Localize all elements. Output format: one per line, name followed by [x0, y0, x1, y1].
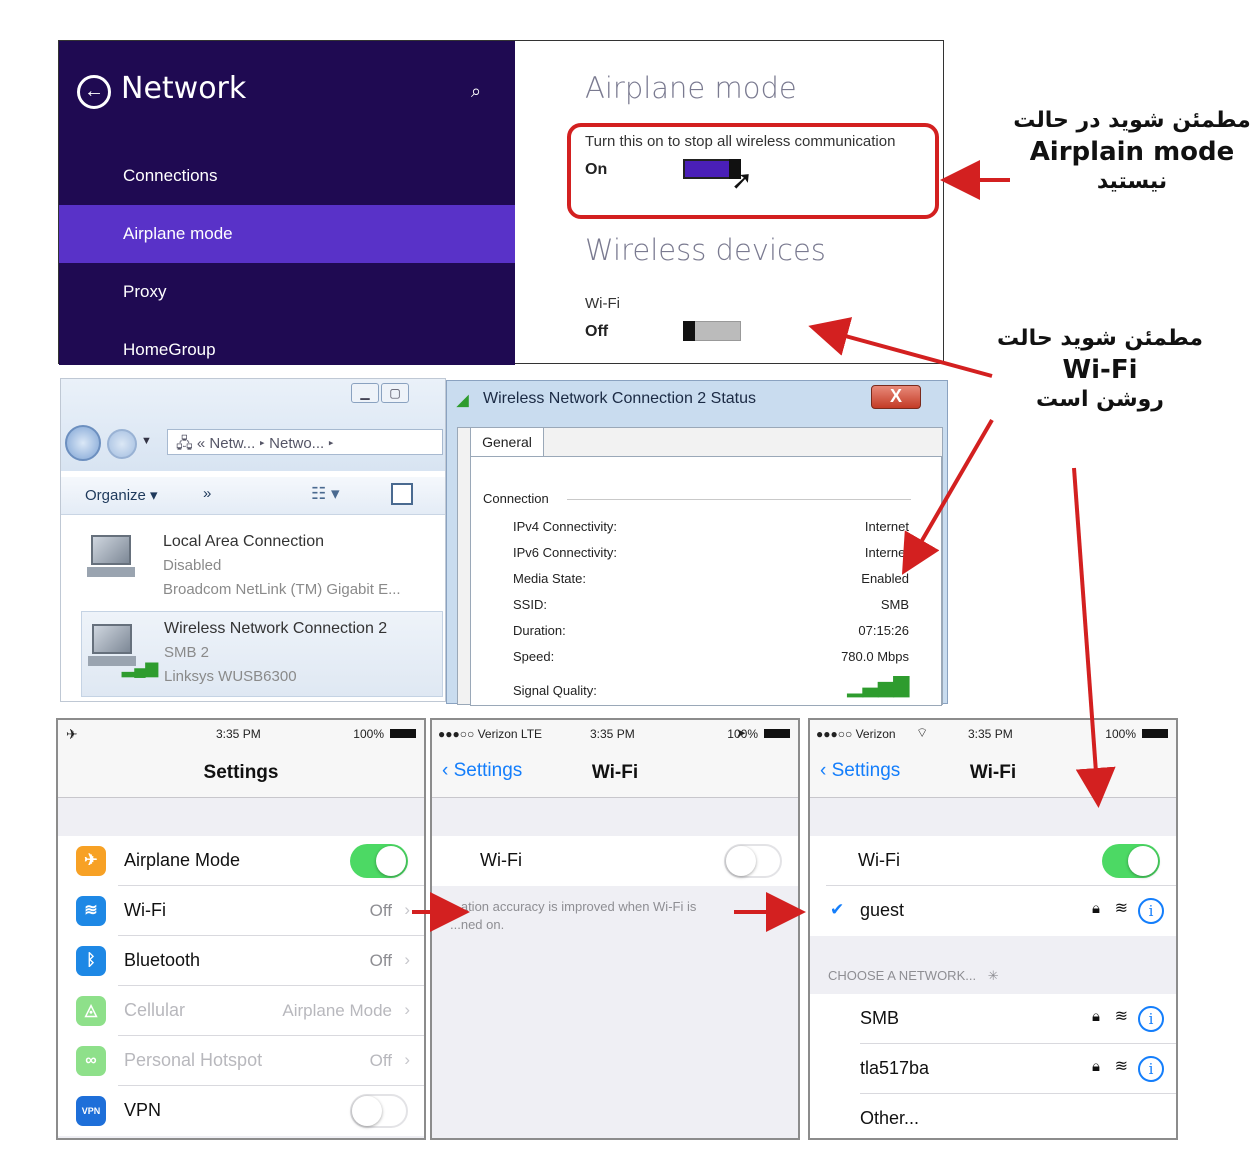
arrow-media-state	[901, 418, 994, 575]
arrow-ios-switch	[1072, 467, 1116, 808]
arrow-win8-wifi	[808, 317, 993, 378]
annotation-arrows	[412, 160, 1116, 932]
